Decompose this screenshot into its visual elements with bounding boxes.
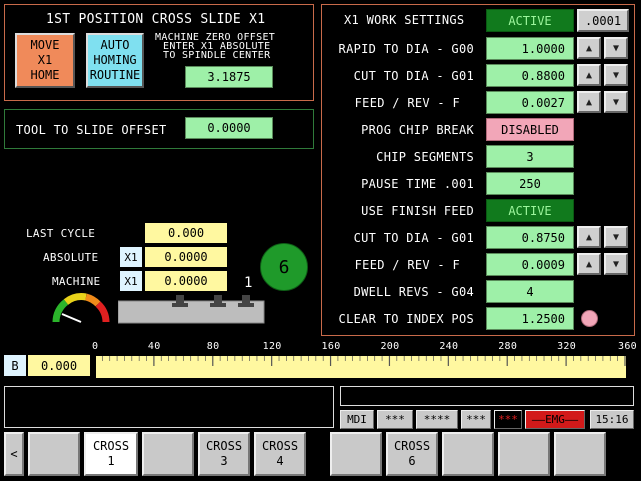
increment-down-button[interactable]: ▼ (604, 64, 628, 86)
scale-tick-label: 360 (618, 341, 637, 352)
function-key-8[interactable] (442, 432, 494, 476)
increment-up-button[interactable]: ▲ (577, 253, 601, 275)
setting-value[interactable]: 250 (486, 172, 574, 195)
increment-up-button[interactable]: ▲ (577, 64, 601, 86)
last-cycle-value: 0.000 (145, 223, 227, 243)
clear-status-indicator (581, 310, 598, 327)
absolute-value: 0.0000 (145, 247, 227, 267)
function-key-3[interactable] (142, 432, 194, 476)
auto-homing-routine-button[interactable]: AUTO HOMING ROUTINE (86, 33, 144, 88)
scale-tick-label: 320 (557, 341, 577, 352)
scale-tick-label: 120 (262, 341, 282, 352)
setting-label: RAPID TO DIA - G00 (338, 42, 474, 56)
machine-axis-tag: X1 (120, 271, 142, 291)
setting-label: CUT TO DIA - G01 (353, 231, 474, 245)
setting-value[interactable]: 3 (486, 145, 574, 168)
load-gauge-icon (52, 293, 110, 323)
scale-tick-label: 0 (92, 341, 99, 352)
setting-label: USE FINISH FEED (361, 204, 474, 218)
setting-label: FEED / REV - F (354, 258, 460, 272)
absolute-label: ABSOLUTE (43, 251, 99, 264)
work-settings-title: X1 WORK SETTINGS (344, 13, 465, 27)
tab-cross-4[interactable]: CROSS 4 (254, 432, 306, 476)
increment-down-button[interactable]: ▼ (604, 253, 628, 275)
status-field-3: *** (461, 410, 491, 429)
slide-marker: 1 (244, 275, 253, 291)
scale-tick-label: 80 (206, 341, 220, 352)
setting-label: CHIP SEGMENTS (376, 150, 474, 164)
move-x1-home-button[interactable]: MOVE X1 HOME (15, 33, 75, 88)
clock: 15:16 (590, 410, 634, 429)
scale-tick-label: 40 (147, 341, 161, 352)
setting-value[interactable]: 0.8800 (486, 64, 574, 87)
increment-down-button[interactable]: ▼ (604, 226, 628, 248)
setting-label: DWELL REVS - G04 (353, 285, 474, 299)
function-key-6[interactable] (330, 432, 382, 476)
scale-tick-label: 200 (380, 341, 400, 352)
tab-cross-3[interactable]: CROSS 3 (198, 432, 250, 476)
status-field-1: *** (377, 410, 413, 429)
setting-value[interactable]: 4 (486, 280, 574, 303)
cross-slide-graphic-icon (118, 295, 265, 324)
scale-tick-label: 160 (321, 341, 341, 352)
setting-value[interactable]: DISABLED (486, 118, 574, 141)
last-cycle-label: LAST CYCLE (26, 227, 96, 240)
emg-label: EMG (545, 413, 565, 426)
increment-selector[interactable]: .0001 (577, 9, 629, 32)
tab-cross-1[interactable]: CROSS 1 (84, 432, 138, 476)
tab-cross-6[interactable]: CROSS 6 (386, 432, 438, 476)
function-key-9[interactable] (498, 432, 550, 476)
b-axis-scale (94, 356, 626, 378)
work-settings-status[interactable]: ACTIVE (486, 9, 574, 32)
setting-label: CLEAR TO INDEX POS (338, 312, 474, 326)
back-key[interactable]: < (4, 432, 24, 476)
emergency-stop-indicator: —— EMG —— (525, 410, 585, 429)
increment-down-button[interactable]: ▼ (604, 37, 628, 59)
function-key-10[interactable] (554, 432, 606, 476)
setting-value[interactable]: 0.8750 (486, 226, 574, 249)
tool-offset-label: TOOL TO SLIDE OFFSET (16, 123, 167, 137)
zero-offset-line3: TO SPINDLE CENTER (163, 50, 271, 61)
scale-tick-label: 240 (439, 341, 459, 352)
tool-offset-value[interactable]: 0.0000 (185, 117, 273, 139)
mode-indicator: MDI (340, 410, 374, 429)
setting-value[interactable]: 0.0009 (486, 253, 574, 276)
tool-number-indicator: 6 (260, 243, 308, 291)
setting-label: CUT TO DIA - G01 (353, 69, 474, 83)
increment-down-button[interactable]: ▼ (604, 91, 628, 113)
increment-up-button[interactable]: ▲ (577, 37, 601, 59)
absolute-axis-tag: X1 (120, 247, 142, 267)
machine-value: 0.0000 (145, 271, 227, 291)
increment-up-button[interactable]: ▲ (577, 91, 601, 113)
setting-value[interactable]: ACTIVE (486, 199, 574, 222)
message-area (4, 386, 334, 428)
setting-value[interactable]: 0.0027 (486, 91, 574, 114)
setting-value[interactable]: 1.2500 (486, 307, 574, 330)
status-field-2: **** (416, 410, 458, 429)
zero-offset-value[interactable]: 3.1875 (185, 66, 273, 88)
b-axis-value: 0.000 (28, 355, 90, 376)
setting-label: PROG CHIP BREAK (361, 123, 474, 137)
increment-up-button[interactable]: ▲ (577, 226, 601, 248)
setting-label: PAUSE TIME .001 (361, 177, 474, 191)
scale-tick-label: 280 (498, 341, 518, 352)
setting-value[interactable]: 1.0000 (486, 37, 574, 60)
machine-label: MACHINE (52, 275, 101, 288)
status-field-4: *** (494, 410, 522, 429)
b-axis-tag: B (4, 355, 26, 376)
function-key-1[interactable] (28, 432, 80, 476)
panel-title: 1ST POSITION CROSS SLIDE X1 (46, 12, 266, 27)
setting-label: FEED / REV - F (354, 96, 460, 110)
status-message-area (340, 386, 634, 406)
